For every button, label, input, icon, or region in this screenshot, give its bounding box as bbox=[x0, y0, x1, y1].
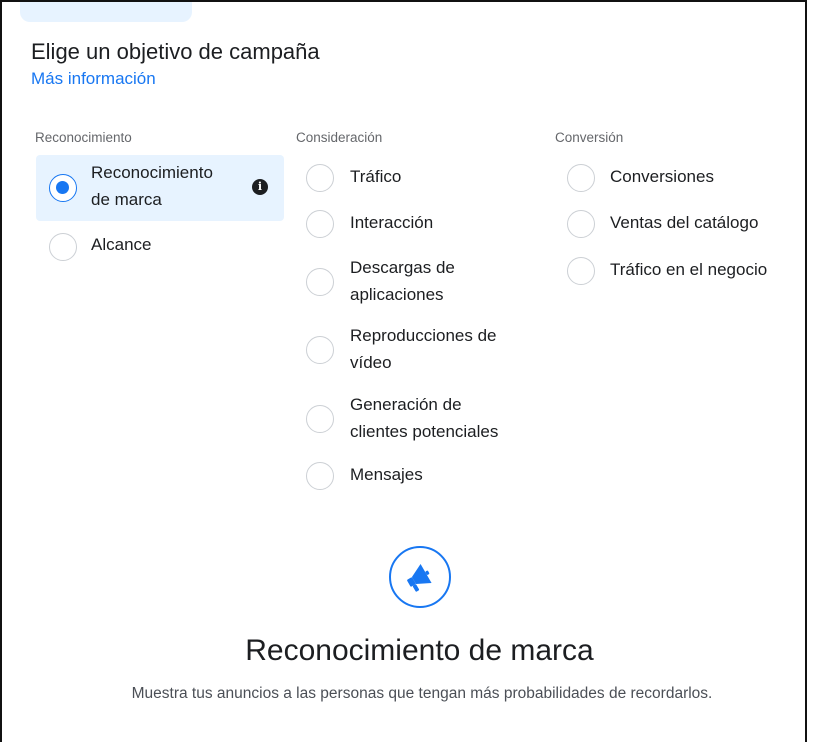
option-label-line1: Generación de bbox=[350, 395, 462, 414]
option-label-line1: Alcance bbox=[91, 235, 152, 254]
group-label-conversion: Conversión bbox=[555, 130, 624, 145]
option-catalog-sales[interactable]: Ventas del catálogo bbox=[562, 206, 802, 242]
option-label-line1: Ventas del catálogo bbox=[610, 213, 759, 232]
objective-detail-description: Muestra tus anuncios a las personas que … bbox=[131, 685, 713, 702]
option-brand-awareness[interactable]: Reconocimiento de marca i bbox=[36, 155, 284, 221]
radio-app-installs[interactable] bbox=[306, 268, 334, 296]
option-store-traffic[interactable]: Tráfico en el negocio bbox=[562, 253, 802, 289]
megaphone-icon-badge bbox=[389, 546, 451, 608]
option-label-line1: Mensajes bbox=[350, 465, 423, 484]
radio-catalog-sales[interactable] bbox=[567, 210, 595, 238]
info-icon[interactable]: i bbox=[252, 179, 268, 195]
option-reach[interactable]: Alcance bbox=[36, 228, 284, 266]
option-label-line2: clientes potenciales bbox=[350, 422, 499, 441]
megaphone-icon bbox=[407, 563, 432, 592]
option-label-line2: de marca bbox=[91, 190, 162, 209]
option-label-line1: Reconocimiento bbox=[91, 163, 213, 182]
page-title: Elige un objetivo de campaña bbox=[31, 39, 320, 64]
radio-conversions[interactable] bbox=[567, 164, 595, 192]
group-label-awareness: Reconocimiento bbox=[35, 130, 132, 145]
radio-brand-awareness[interactable] bbox=[49, 174, 77, 202]
option-label-line2: aplicaciones bbox=[350, 285, 444, 304]
option-messages[interactable]: Mensajes bbox=[302, 458, 542, 494]
radio-messages[interactable] bbox=[306, 462, 334, 490]
option-engagement[interactable]: Interacción bbox=[302, 206, 542, 242]
option-label-line1: Descargas de bbox=[350, 258, 455, 277]
option-app-installs[interactable]: Descargas de aplicaciones bbox=[302, 254, 542, 310]
radio-store-traffic[interactable] bbox=[567, 257, 595, 285]
option-label-line2: vídeo bbox=[350, 353, 392, 372]
option-video-views[interactable]: Reproducciones de vídeo bbox=[302, 322, 542, 378]
group-label-consideration: Consideración bbox=[296, 130, 383, 145]
option-label-line1: Conversiones bbox=[610, 167, 714, 186]
top-tab-fragment bbox=[20, 2, 192, 22]
option-traffic[interactable]: Tráfico bbox=[302, 160, 542, 196]
option-label-line1: Interacción bbox=[350, 213, 434, 232]
option-label-line1: Tráfico bbox=[350, 167, 402, 186]
radio-video-views[interactable] bbox=[306, 336, 334, 364]
option-conversions[interactable]: Conversiones bbox=[562, 160, 802, 196]
option-label-line1: Reproducciones de bbox=[350, 326, 497, 345]
option-lead-generation[interactable]: Generación de clientes potenciales bbox=[302, 391, 542, 447]
learn-more-link[interactable]: Más información bbox=[31, 69, 156, 89]
campaign-objective-panel: Elige un objetivo de campaña Más informa… bbox=[0, 0, 807, 742]
radio-reach[interactable] bbox=[49, 233, 77, 261]
objective-detail-title: Reconocimiento de marca bbox=[245, 634, 594, 667]
option-label-line1: Tráfico en el negocio bbox=[610, 260, 768, 279]
radio-traffic[interactable] bbox=[306, 164, 334, 192]
radio-engagement[interactable] bbox=[306, 210, 334, 238]
radio-lead-generation[interactable] bbox=[306, 405, 334, 433]
